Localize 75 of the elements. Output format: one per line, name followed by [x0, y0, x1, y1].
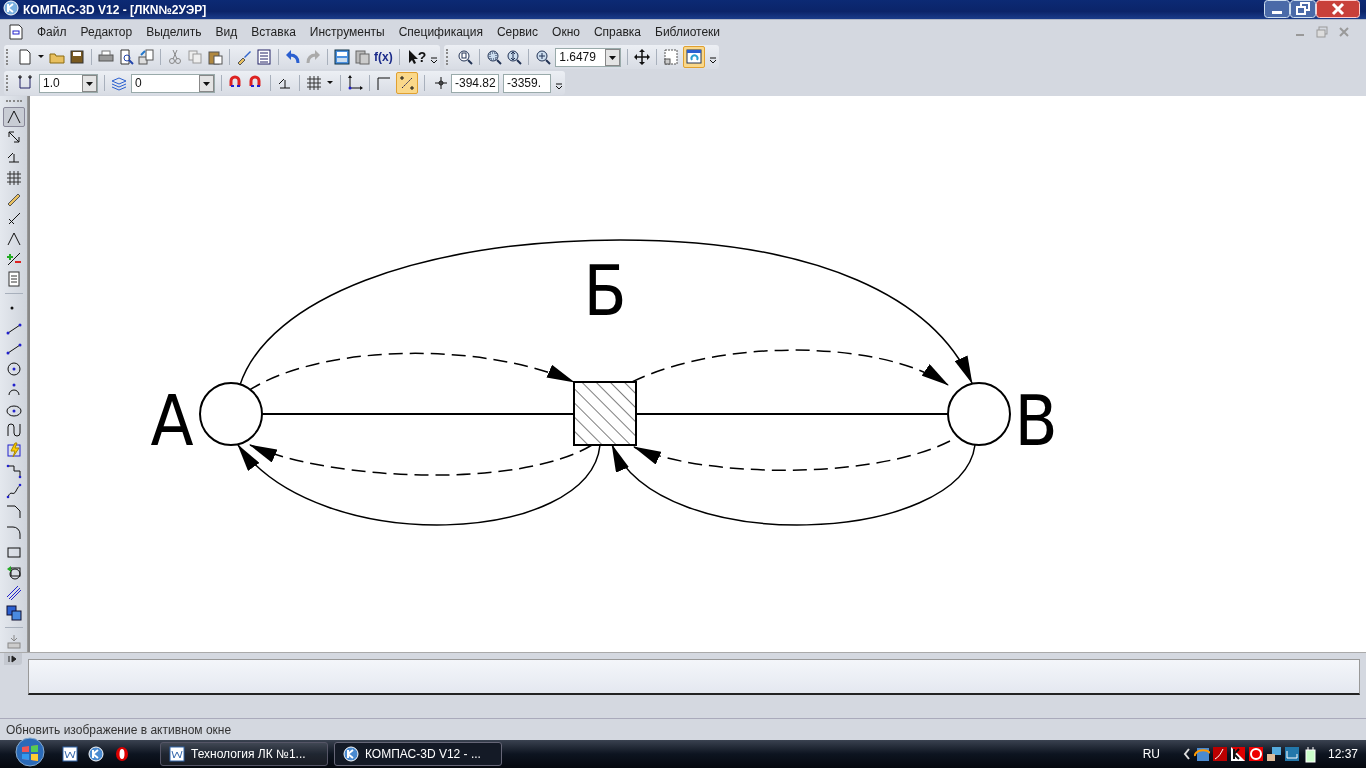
menu-item[interactable]: Редактор [73, 25, 140, 39]
sheet-icon[interactable] [663, 49, 680, 65]
minimize-button[interactable] [1264, 0, 1290, 18]
help-button[interactable]: ? [405, 49, 427, 65]
monitor-icon[interactable] [1265, 746, 1282, 762]
restore-button[interactable] [1290, 0, 1316, 18]
grid-icon[interactable] [306, 75, 322, 91]
zoom-window-icon[interactable] [486, 49, 503, 65]
menu-item[interactable]: Вид [208, 25, 245, 39]
formula-button[interactable]: f(x) [374, 50, 393, 64]
paste-icon[interactable] [207, 49, 223, 65]
menu-item[interactable]: Спецификация [391, 25, 490, 39]
layers-icon[interactable] [111, 75, 127, 91]
circle-icon[interactable] [5, 361, 22, 378]
expand-icon[interactable] [4, 653, 22, 665]
taskbar-button[interactable]: КОМПАС-3D V12 - ... [334, 742, 502, 766]
menu-item[interactable]: Вставка [244, 25, 303, 39]
browser-icon[interactable] [114, 746, 130, 762]
menu-item[interactable]: Инструменты [302, 25, 392, 39]
taskbar-button[interactable]: Технология ЛК №1... [160, 742, 328, 766]
chamfer-icon[interactable] [5, 503, 22, 520]
menu-item[interactable]: Окно [545, 25, 587, 39]
fillet-icon[interactable] [5, 523, 22, 540]
y-coordinate-field[interactable]: -3359. [503, 73, 551, 93]
fill-icon[interactable] [5, 604, 22, 621]
word-document-icon[interactable] [62, 746, 78, 762]
refresh-icon[interactable] [686, 49, 703, 65]
step-combo[interactable]: 1.0 [39, 73, 98, 93]
print-preview-icon[interactable] [118, 49, 134, 65]
menu-item[interactable]: Библиотеки [648, 25, 728, 39]
clock: 12:37 [1327, 747, 1358, 761]
word-document-icon [169, 746, 185, 762]
node-circle [947, 382, 1011, 446]
arc-icon[interactable] [5, 381, 22, 398]
zoom-combo[interactable]: 1.6479 [555, 47, 622, 67]
axes-icon[interactable] [347, 75, 363, 91]
bezier-curve-icon[interactable] [5, 483, 22, 500]
app-logo-icon[interactable] [88, 746, 104, 762]
menu-item[interactable]: Выделить [139, 25, 209, 39]
spline-icon[interactable] [5, 422, 22, 439]
hatch-icon[interactable] [5, 584, 22, 601]
layer-combo[interactable]: 0 [131, 73, 215, 93]
snap-icon[interactable] [399, 75, 415, 91]
window-title: КОМПАС-3D V12 - [ЛКN№2УЭР] [23, 2, 207, 17]
dimensions-icon[interactable] [5, 129, 22, 146]
node-label: А [150, 380, 194, 462]
corner-icon[interactable] [376, 75, 392, 91]
chevron-icon[interactable] [1181, 747, 1192, 761]
printer-icon[interactable] [98, 49, 114, 65]
new-document-icon[interactable] [17, 49, 33, 65]
cut-icon[interactable] [167, 49, 183, 65]
app-logo-icon [343, 746, 359, 762]
specification-icon[interactable] [5, 271, 22, 288]
brush-icon[interactable] [236, 49, 252, 65]
undo-icon[interactable] [285, 49, 301, 65]
hatched-square [573, 381, 637, 446]
menu-item[interactable]: Сервис [489, 25, 546, 39]
zoom-page-icon[interactable] [457, 49, 474, 65]
list-icon[interactable] [256, 49, 272, 65]
segment-icon[interactable] [5, 341, 22, 357]
calculator-icon[interactable] [334, 49, 350, 65]
zoom-dynamic-icon[interactable] [506, 49, 523, 65]
zoom-in-icon[interactable] [535, 49, 552, 65]
menu-item[interactable]: Справка [586, 25, 648, 39]
save-icon[interactable] [69, 49, 85, 65]
language-indicator[interactable]: RU [1142, 747, 1160, 761]
x-coordinate-field[interactable]: -394.82 [451, 73, 499, 93]
node-circle [199, 382, 263, 446]
status-message: Обновить изображение в активном окне [6, 722, 232, 737]
arc-label: Б [583, 250, 627, 332]
polyline-icon[interactable] [5, 462, 22, 479]
menu-item[interactable]: Файл [30, 25, 74, 39]
pan-icon[interactable] [634, 49, 651, 65]
node-label: В [1014, 380, 1058, 462]
app-logo-icon [3, 0, 19, 16]
